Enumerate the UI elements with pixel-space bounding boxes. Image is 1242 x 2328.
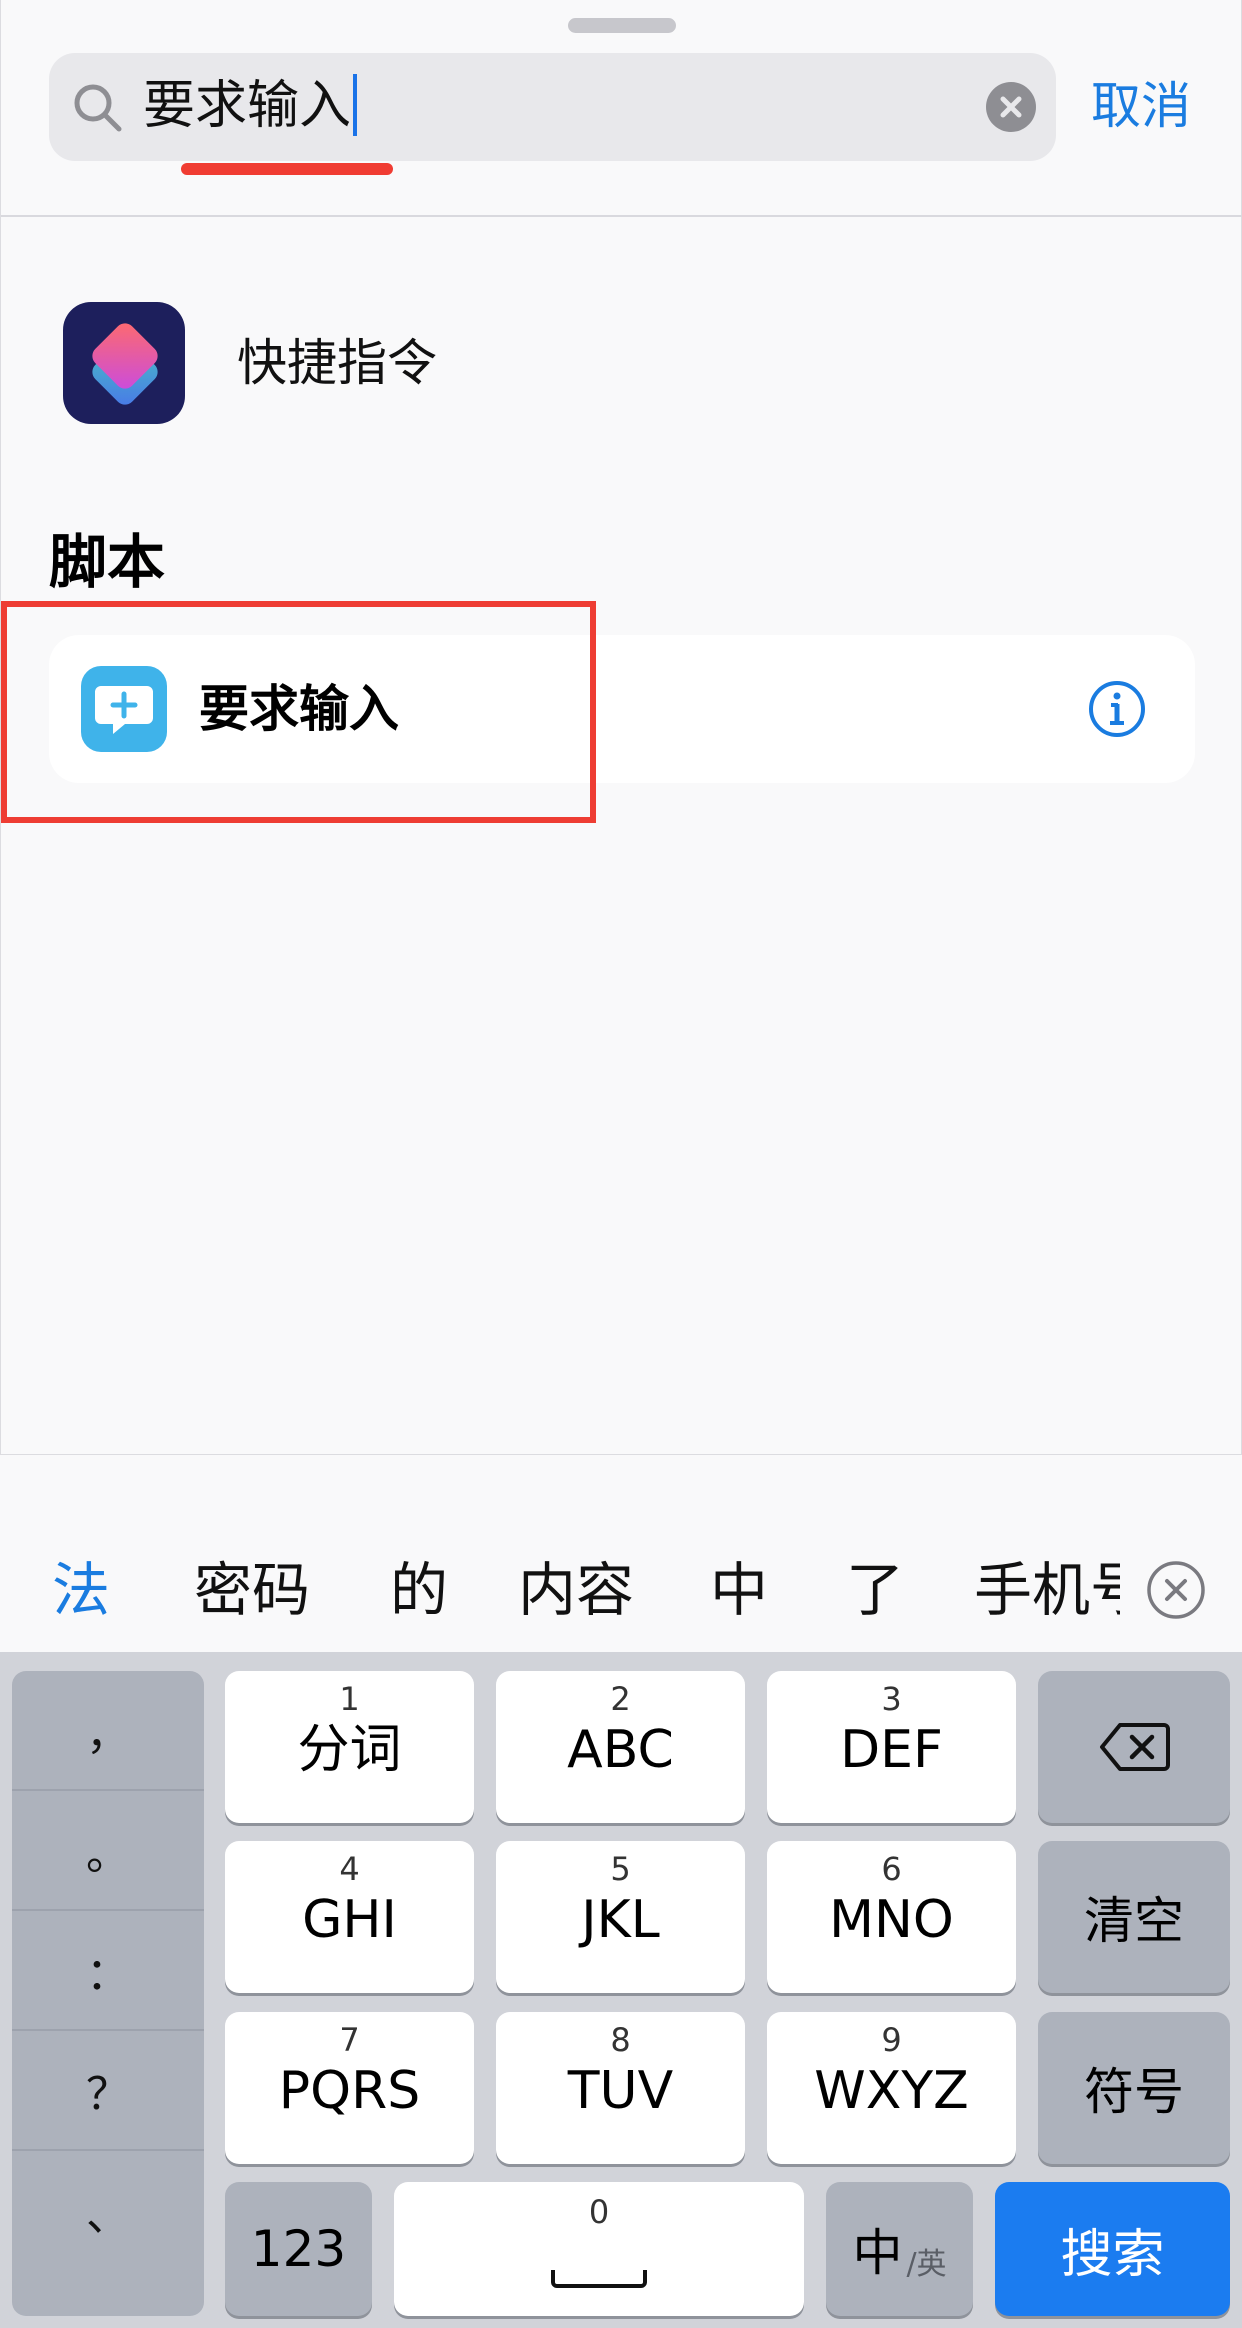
- clear-search-button[interactable]: [986, 82, 1036, 132]
- key-number: 1: [339, 1680, 360, 1718]
- search-icon: [74, 84, 122, 132]
- key-number: 5: [610, 1850, 631, 1888]
- key-label: DEF: [840, 1720, 943, 1780]
- backspace-button[interactable]: [1038, 1671, 1230, 1823]
- divider: [1, 215, 1242, 217]
- key-3[interactable]: 3 DEF: [767, 1671, 1016, 1823]
- key-number: 9: [881, 2021, 902, 2059]
- candidate-item[interactable]: 内容: [518, 1550, 634, 1630]
- search-key[interactable]: 搜索: [995, 2182, 1230, 2316]
- punctuation-key[interactable]: 。: [12, 1791, 204, 1911]
- key-5[interactable]: 5 JKL: [496, 1841, 745, 1993]
- key-number: 6: [881, 1850, 902, 1888]
- close-candidates-icon[interactable]: [1146, 1560, 1206, 1620]
- search-key-label: 搜索: [1060, 2224, 1165, 2285]
- candidate-item[interactable]: 的: [390, 1550, 448, 1630]
- key-6[interactable]: 6 MNO: [767, 1841, 1016, 1993]
- numbers-key-label: 123: [250, 2220, 347, 2278]
- key-label: JKL: [581, 1890, 660, 1950]
- candidate-item[interactable]: 了: [846, 1550, 904, 1630]
- key-number: 2: [610, 1680, 631, 1718]
- punctuation-column[interactable]: ， 。 ： ？ 、: [12, 1671, 204, 2316]
- close-icon: [1000, 96, 1022, 118]
- search-input[interactable]: 要求输入: [143, 73, 358, 139]
- key-9[interactable]: 9 WXYZ: [767, 2012, 1016, 2164]
- shortcuts-app-icon: [63, 302, 185, 424]
- key-4[interactable]: 4 GHI: [225, 1841, 474, 1993]
- punctuation-key[interactable]: 、: [12, 2151, 204, 2271]
- search-field[interactable]: 要求输入: [49, 53, 1056, 161]
- key-label: MNO: [829, 1890, 954, 1950]
- key-label: PQRS: [278, 2061, 421, 2121]
- key-number: 4: [339, 1850, 360, 1888]
- sheet-grabber[interactable]: [568, 18, 676, 33]
- keyboard: ， 。 ： ？ 、 1 分词 2 ABC 3 DEF 4 GHI 5 JKL 6…: [0, 1652, 1242, 2328]
- info-icon[interactable]: [1087, 679, 1147, 739]
- key-label: 分词: [297, 1720, 402, 1780]
- key-label: WXYZ: [814, 2061, 969, 2121]
- annotation-highlight-box: [1, 601, 596, 823]
- candidate-item[interactable]: 手机号: [974, 1550, 1120, 1630]
- candidate-item[interactable]: 密码: [194, 1550, 310, 1630]
- lang-main-label: 中: [852, 2224, 903, 2282]
- space-key[interactable]: 0: [394, 2182, 804, 2316]
- search-sheet: 要求输入 取消 快捷指令 脚本 要求输入: [0, 0, 1242, 1455]
- backspace-icon: [1100, 1723, 1170, 1771]
- numbers-key[interactable]: 123: [225, 2182, 372, 2316]
- key-number: 8: [610, 2021, 631, 2059]
- punctuation-key[interactable]: ，: [12, 1671, 204, 1791]
- key-number: 7: [339, 2021, 360, 2059]
- punctuation-key[interactable]: ：: [12, 1911, 204, 2031]
- candidate-bar: 法 密码 的 内容 中 了 手机号: [0, 1530, 1242, 1650]
- app-result-label: 快捷指令: [237, 334, 437, 392]
- key-7[interactable]: 7 PQRS: [225, 2012, 474, 2164]
- space-icon: [551, 2270, 647, 2288]
- cancel-button[interactable]: 取消: [1091, 73, 1191, 139]
- punctuation-key[interactable]: ？: [12, 2031, 204, 2151]
- key-number: 0: [588, 2193, 610, 2231]
- language-switch-label: 中/英: [826, 2182, 973, 2316]
- text-caret: [353, 74, 358, 136]
- key-8[interactable]: 8 TUV: [496, 2012, 745, 2164]
- key-label: ABC: [567, 1720, 674, 1780]
- key-2[interactable]: 2 ABC: [496, 1671, 745, 1823]
- candidate-clip: 手机号: [970, 1550, 1120, 1630]
- key-label: GHI: [302, 1890, 397, 1950]
- key-1[interactable]: 1 分词: [225, 1671, 474, 1823]
- symbols-key-label: 符号: [1084, 2063, 1184, 2121]
- search-query-text: 要求输入: [143, 76, 352, 136]
- clear-key-label: 清空: [1084, 1892, 1184, 1950]
- lang-sub-label: /英: [906, 2247, 947, 2282]
- candidate-item[interactable]: 中: [710, 1550, 768, 1630]
- symbols-key[interactable]: 符号: [1038, 2012, 1230, 2164]
- candidate-item[interactable]: 法: [52, 1550, 110, 1630]
- key-number: 3: [881, 1680, 902, 1718]
- clear-key[interactable]: 清空: [1038, 1841, 1230, 1993]
- language-switch-key[interactable]: 中/英: [826, 2182, 973, 2316]
- key-label: TUV: [567, 2061, 674, 2121]
- annotation-underline: [181, 163, 393, 175]
- section-title: 脚本: [49, 528, 166, 596]
